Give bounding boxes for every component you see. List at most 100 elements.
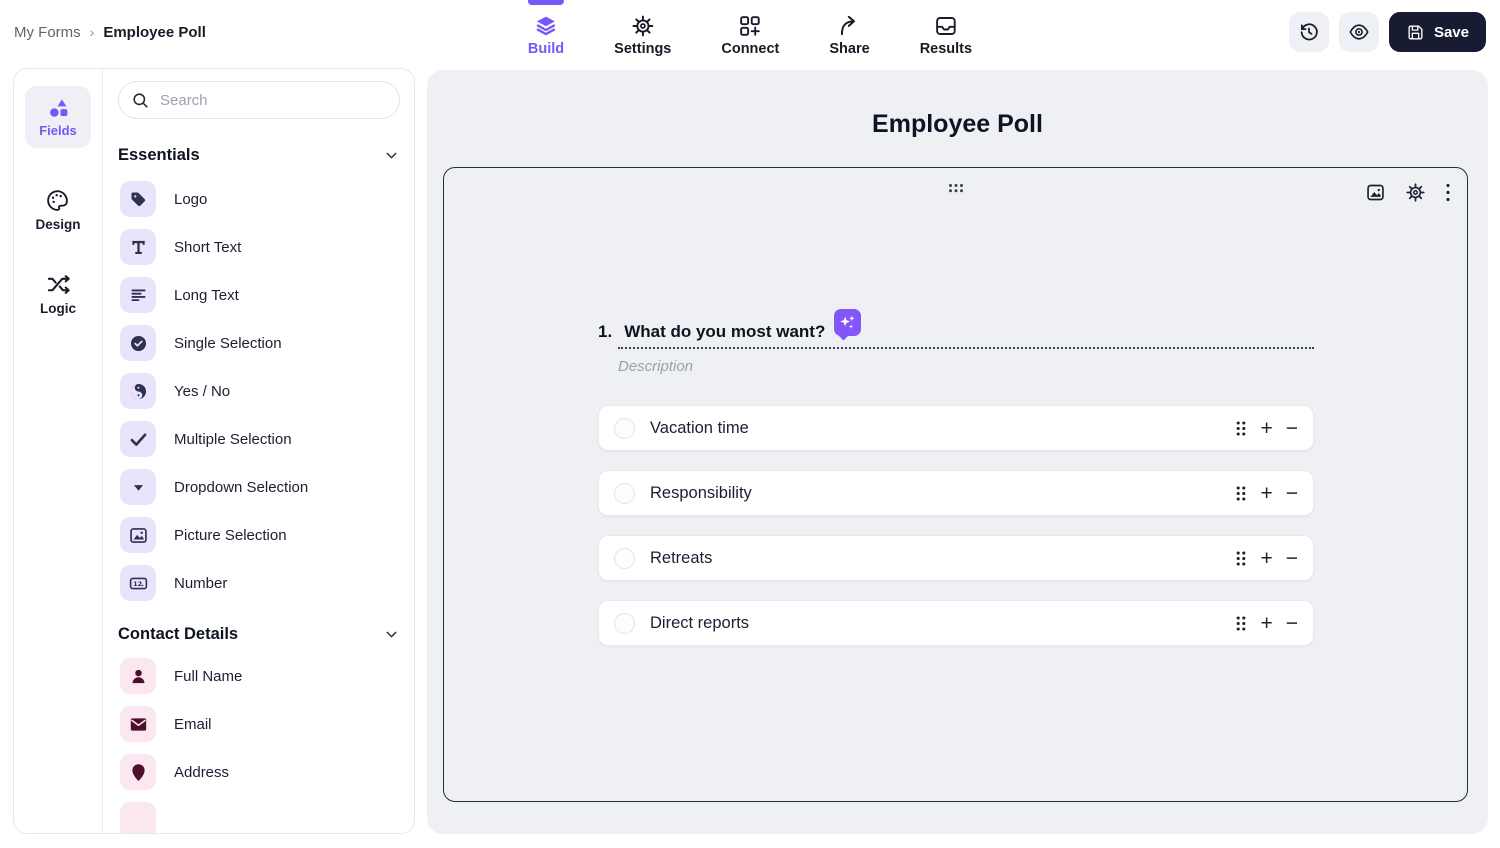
section-contact-details-header[interactable]: Contact Details — [118, 625, 400, 644]
chevron-down-icon — [383, 626, 400, 643]
person-icon — [128, 666, 149, 687]
option-row-vacation-time[interactable]: Vacation time + − — [598, 405, 1314, 451]
active-tab-indicator — [528, 0, 564, 5]
tab-results[interactable]: Results — [920, 0, 972, 64]
rail-item-fields[interactable]: Fields — [25, 86, 91, 148]
option-drag-handle[interactable] — [1235, 615, 1247, 632]
block-drag-handle[interactable] — [947, 181, 965, 199]
drag-dots-icon — [1235, 550, 1247, 567]
connect-grid-icon — [738, 14, 762, 38]
radio-icon[interactable] — [614, 483, 635, 504]
rail-item-design[interactable]: Design — [35, 188, 80, 232]
add-option-button[interactable]: + — [1260, 613, 1272, 634]
option-drag-handle[interactable] — [1235, 550, 1247, 567]
drag-dots-icon — [947, 182, 965, 194]
dropdown-caret-icon — [128, 477, 149, 498]
version-history-button[interactable] — [1289, 12, 1329, 52]
field-item-label: Full Name — [174, 668, 242, 685]
remove-option-button[interactable]: − — [1286, 548, 1298, 569]
option-row-retreats[interactable]: Retreats + − — [598, 535, 1314, 581]
short-text-icon — [128, 237, 149, 258]
field-item-number[interactable]: 12 Number — [118, 559, 400, 607]
radio-icon[interactable] — [614, 418, 635, 439]
option-row-responsibility[interactable]: Responsibility + − — [598, 470, 1314, 516]
tab-share[interactable]: Share — [829, 0, 869, 64]
rail-item-fields-label: Fields — [39, 123, 77, 138]
option-label[interactable]: Vacation time — [650, 419, 1235, 438]
option-label[interactable]: Retreats — [650, 549, 1235, 568]
field-item-multiple-selection[interactable]: Multiple Selection — [118, 415, 400, 463]
option-label[interactable]: Responsibility — [650, 484, 1235, 503]
options-list: Vacation time + − Responsibility + − — [598, 405, 1314, 665]
tab-build[interactable]: Build — [528, 0, 564, 64]
yes-no-icon — [128, 381, 149, 402]
option-label[interactable]: Direct reports — [650, 614, 1235, 633]
question-block-card[interactable]: 1. What do you most want? Description Va… — [443, 167, 1468, 802]
tab-results-label: Results — [920, 41, 972, 57]
field-item-label: Address — [174, 764, 229, 781]
preview-button[interactable] — [1339, 12, 1379, 52]
description-placeholder[interactable]: Description — [618, 358, 693, 375]
question-text[interactable]: What do you most want? — [624, 322, 825, 342]
field-item-picture-selection[interactable]: Picture Selection — [118, 511, 400, 559]
block-image-button[interactable] — [1365, 182, 1386, 203]
field-item-label: Email — [174, 716, 212, 733]
section-contact-details-title: Contact Details — [118, 625, 238, 644]
top-bar-actions: Save — [1289, 12, 1486, 52]
add-option-button[interactable]: + — [1260, 483, 1272, 504]
remove-option-button[interactable]: − — [1286, 483, 1298, 504]
tab-connect[interactable]: Connect — [721, 0, 779, 64]
field-item-label: Short Text — [174, 239, 241, 256]
long-text-icon — [128, 285, 149, 306]
block-actions — [1365, 182, 1451, 203]
option-controls: + − — [1235, 548, 1298, 569]
add-option-button[interactable]: + — [1260, 548, 1272, 569]
field-item-address[interactable]: Address — [118, 748, 400, 796]
field-item-dropdown-selection[interactable]: Dropdown Selection — [118, 463, 400, 511]
drag-dots-icon — [1235, 485, 1247, 502]
field-item-yes-no[interactable]: Yes / No — [118, 367, 400, 415]
ai-assist-button[interactable] — [834, 309, 861, 336]
palette-icon — [45, 188, 70, 213]
option-controls: + − — [1235, 613, 1298, 634]
field-item-logo[interactable]: Logo — [118, 175, 400, 223]
radio-icon[interactable] — [614, 613, 635, 634]
question-row: 1. What do you most want? — [598, 318, 861, 345]
field-item-long-text[interactable]: Long Text — [118, 271, 400, 319]
breadcrumb-my-forms[interactable]: My Forms — [14, 24, 81, 41]
save-button[interactable]: Save — [1389, 12, 1486, 52]
radio-icon[interactable] — [614, 548, 635, 569]
block-more-button[interactable] — [1445, 182, 1451, 203]
option-row-direct-reports[interactable]: Direct reports + − — [598, 600, 1314, 646]
field-item-short-text[interactable]: Short Text — [118, 223, 400, 271]
field-item-partial[interactable] — [118, 796, 400, 833]
question-underline — [618, 347, 1314, 349]
rail-item-logic-label: Logic — [40, 301, 76, 316]
field-item-full-name[interactable]: Full Name — [118, 652, 400, 700]
field-item-single-selection[interactable]: Single Selection — [118, 319, 400, 367]
rail-item-logic[interactable]: Logic — [40, 272, 76, 316]
drag-dots-icon — [1235, 420, 1247, 437]
top-bar: My Forms › Employee Poll Build Settings … — [0, 0, 1500, 64]
field-item-label: Picture Selection — [174, 527, 287, 544]
option-drag-handle[interactable] — [1235, 420, 1247, 437]
remove-option-button[interactable]: − — [1286, 613, 1298, 634]
option-controls: + − — [1235, 483, 1298, 504]
tab-settings-label: Settings — [614, 41, 671, 57]
field-item-label: Logo — [174, 191, 207, 208]
section-essentials-header[interactable]: Essentials — [118, 146, 400, 165]
remove-option-button[interactable]: − — [1286, 418, 1298, 439]
block-settings-button[interactable] — [1405, 182, 1426, 203]
shapes-icon — [46, 96, 71, 121]
svg-text:12: 12 — [133, 580, 142, 588]
option-controls: + − — [1235, 418, 1298, 439]
add-option-button[interactable]: + — [1260, 418, 1272, 439]
option-drag-handle[interactable] — [1235, 485, 1247, 502]
kebab-menu-icon — [1445, 182, 1451, 203]
field-search-input[interactable] — [160, 92, 387, 109]
version-history-icon — [1298, 21, 1320, 43]
results-inbox-icon — [934, 14, 958, 38]
form-title[interactable]: Employee Poll — [427, 110, 1488, 139]
field-item-email[interactable]: Email — [118, 700, 400, 748]
tab-settings[interactable]: Settings — [614, 0, 671, 64]
